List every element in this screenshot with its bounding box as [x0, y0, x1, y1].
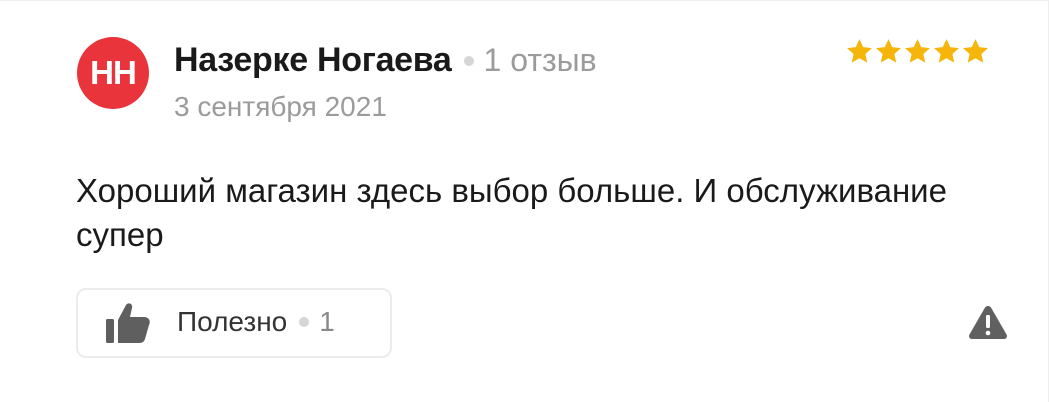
star-icon [963, 39, 988, 63]
helpful-button[interactable]: Полезно 1 [76, 288, 392, 358]
helpful-count: 1 [319, 306, 335, 337]
author-review-count: 1 отзыв [483, 42, 597, 78]
star-icon [847, 39, 872, 63]
author-name[interactable]: Назерке Ногаева [174, 41, 452, 80]
thumbs-up-icon [106, 303, 150, 343]
helpful-label: Полезно [177, 306, 288, 337]
star-icon [876, 39, 901, 63]
review-date: 3 сентября 2021 [174, 91, 387, 122]
avatar[interactable]: НН [77, 37, 149, 109]
helpful-label-row: Полезно 1 [177, 306, 335, 338]
avatar-initials: НН [90, 54, 137, 91]
separator-dot [463, 55, 474, 66]
star-icon [905, 39, 930, 63]
star-rating [845, 37, 990, 66]
review-text: Хороший магазин здесь выбор больше. И об… [76, 172, 947, 253]
review-card: НН Назерке Ногаева 1 отзыв 3 сентября 20… [0, 0, 1049, 402]
warning-triangle-icon[interactable] [968, 304, 1008, 340]
separator-dot [299, 317, 310, 327]
star-icon [934, 39, 959, 63]
author-line: Назерке Ногаева 1 отзыв [174, 41, 597, 80]
